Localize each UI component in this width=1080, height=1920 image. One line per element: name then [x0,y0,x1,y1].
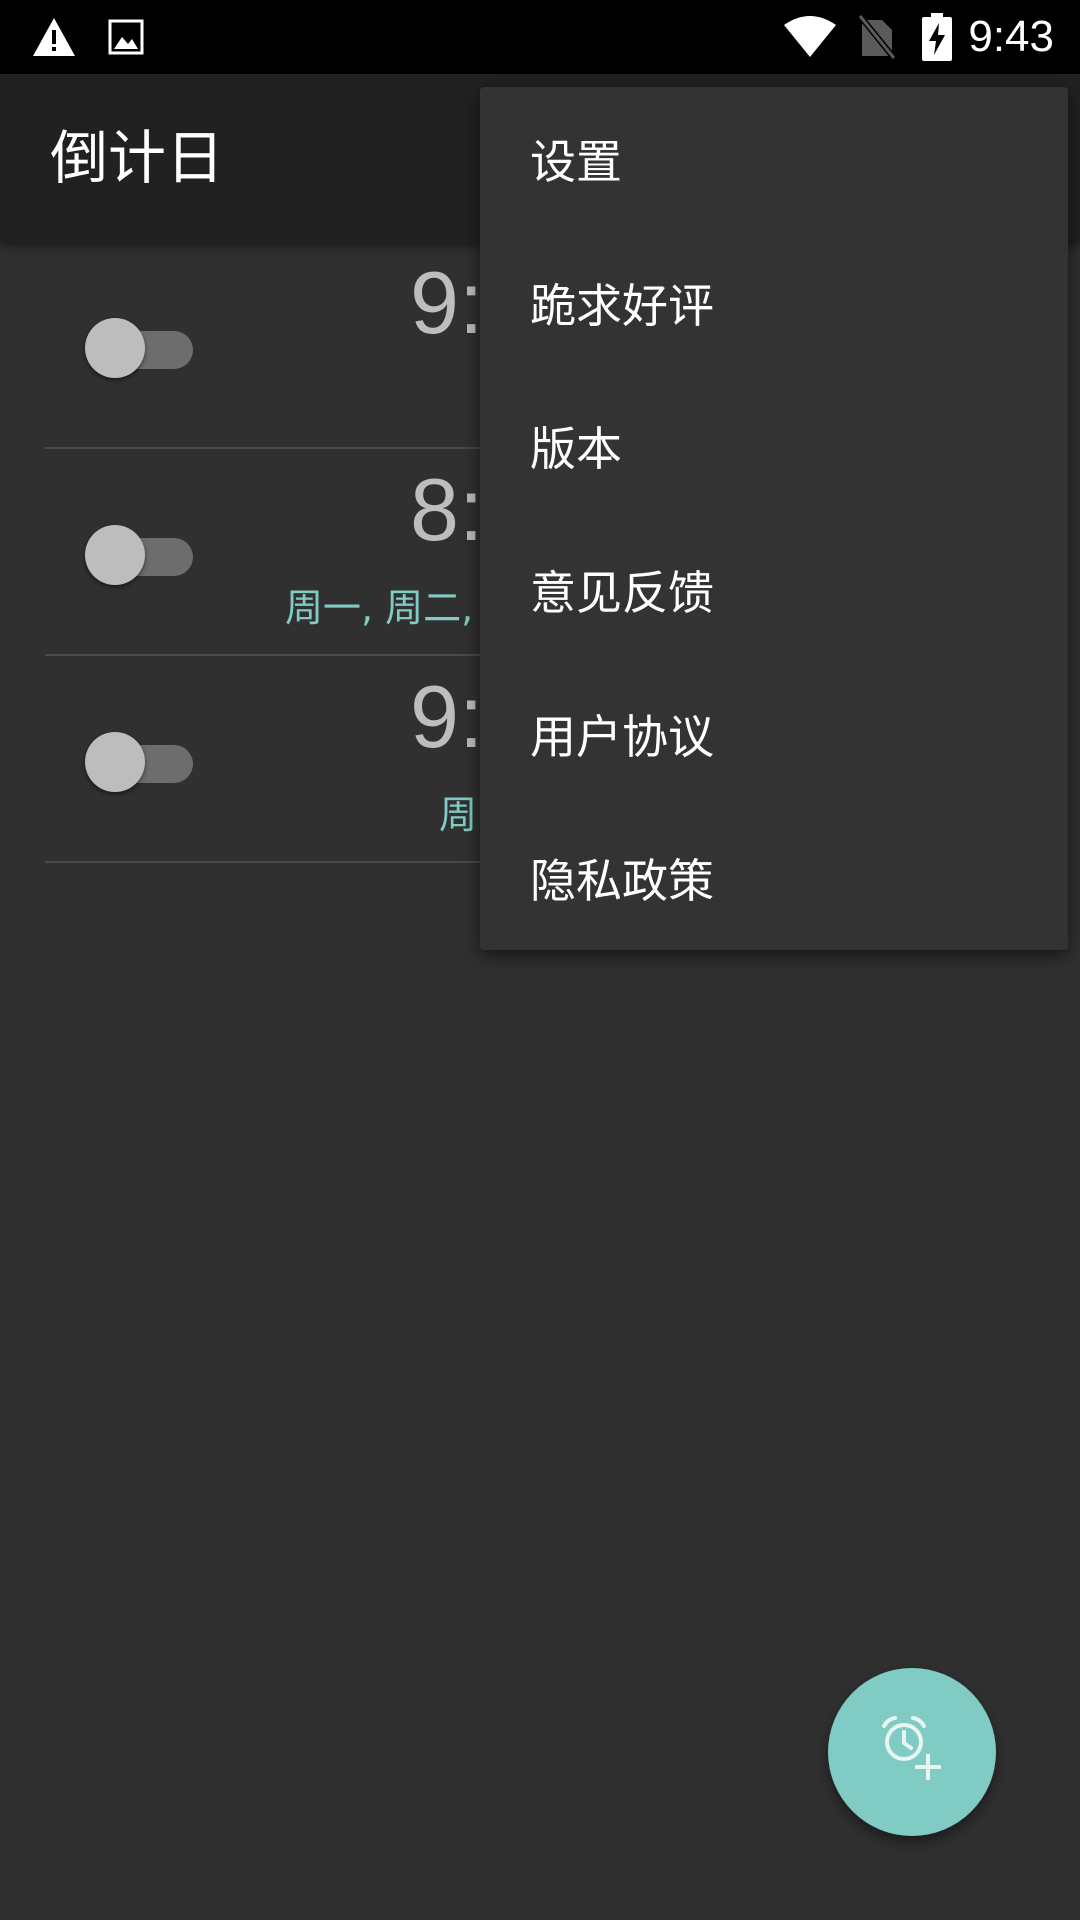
battery-charging-icon [918,0,956,74]
menu-item-rate[interactable]: 跪求好评 [480,231,1068,375]
toggle-thumb [85,525,145,585]
menu-item-user-agreement[interactable]: 用户协议 [480,662,1068,806]
toggle-thumb [85,732,145,792]
status-time: 9:43 [968,12,1054,61]
wifi-icon [780,0,840,74]
screen: 9:43 倒计日 9: 8: 周一, 周二, 9: 周 设置 跪求好评 版本 意… [0,0,1080,1920]
alarm-time: 9: [410,667,484,766]
menu-item-privacy-policy[interactable]: 隐私政策 [480,806,1068,950]
alarm-days: 周 [439,793,478,837]
toggle-thumb [85,318,145,378]
alarm-toggle[interactable] [85,521,195,585]
alarm-time: 9: [410,253,484,352]
menu-item-feedback[interactable]: 意见反馈 [480,518,1068,662]
status-bar: 9:43 [0,0,1080,74]
app-title: 倒计日 [50,124,225,192]
warning-icon [28,0,80,74]
no-sim-icon [856,0,898,74]
image-icon [106,0,146,74]
add-alarm-icon [876,1714,948,1790]
alarm-days: 周一, 周二, [285,586,474,630]
menu-item-settings[interactable]: 设置 [480,87,1068,231]
alarm-time: 8: [410,460,484,559]
menu-item-version[interactable]: 版本 [480,375,1068,519]
add-alarm-button[interactable] [828,1668,996,1836]
alarm-toggle[interactable] [85,314,195,378]
overflow-menu: 设置 跪求好评 版本 意见反馈 用户协议 隐私政策 [480,87,1068,950]
alarm-toggle[interactable] [85,728,195,792]
